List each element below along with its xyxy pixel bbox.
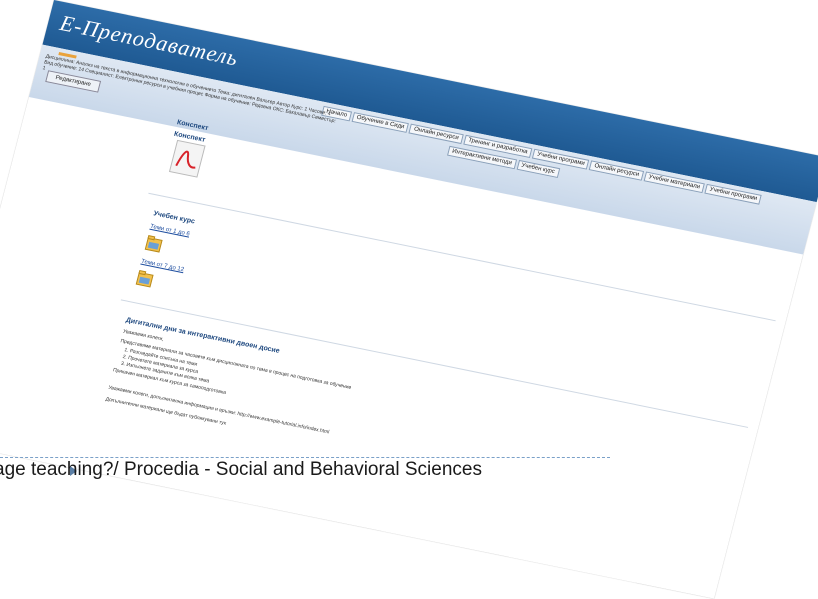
footer-divider xyxy=(0,457,610,458)
pdf-icon[interactable] xyxy=(168,139,206,178)
folder-icon[interactable] xyxy=(135,268,155,289)
folder-icon[interactable] xyxy=(144,233,164,254)
footer-citation: age teaching?/ Procedia - Social and Beh… xyxy=(0,459,482,480)
course-label: Учебен курс xyxy=(152,210,196,226)
